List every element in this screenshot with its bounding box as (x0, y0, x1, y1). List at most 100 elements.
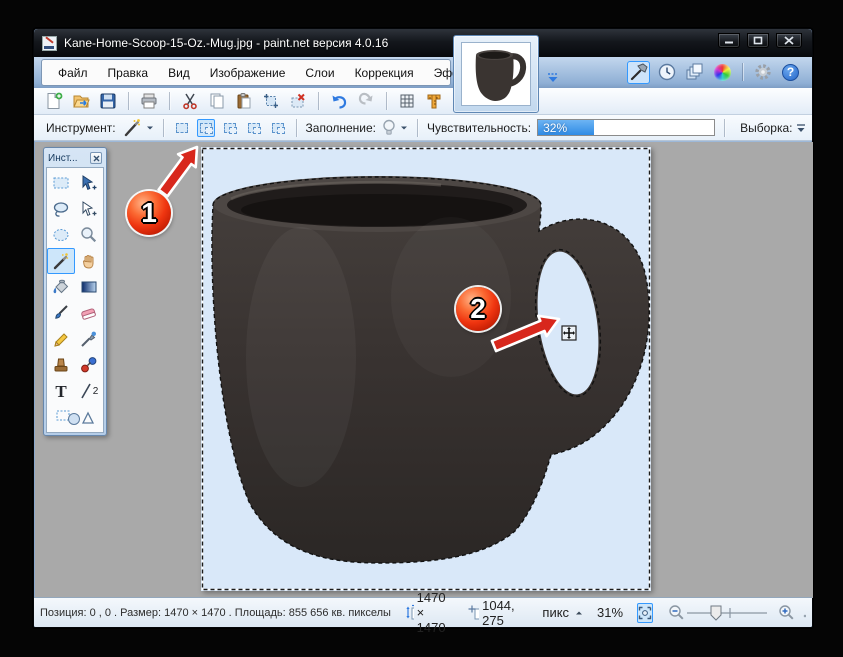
zoom-in-button[interactable] (777, 604, 795, 622)
tool-move-selected-pixels[interactable] (75, 170, 103, 196)
zoom-slider-track (685, 604, 769, 622)
tool-text[interactable]: T (47, 378, 75, 404)
gear-icon (753, 62, 773, 82)
tool-pan[interactable] (75, 248, 103, 274)
menu-image[interactable]: Изображение (200, 62, 296, 84)
cursor-position-value: 1044, 275 (482, 598, 520, 628)
grid-button[interactable] (397, 91, 417, 111)
tools-palette-titlebar[interactable]: Инст... (46, 150, 104, 166)
tool-color-picker[interactable] (75, 326, 103, 352)
tool-paint-bucket[interactable] (47, 274, 75, 300)
tool-shapes[interactable] (47, 404, 103, 430)
current-tool-button[interactable] (122, 118, 154, 137)
image-list-chevron-icon[interactable] (546, 71, 560, 89)
help-button[interactable]: ? (779, 61, 802, 84)
undo-button[interactable] (329, 91, 349, 111)
new-button[interactable] (44, 91, 64, 111)
cut-button[interactable] (180, 91, 200, 111)
history-window-button[interactable] (655, 61, 678, 84)
zoom-out-button[interactable] (667, 604, 685, 622)
deselect-button[interactable] (288, 91, 308, 111)
quick-access-bar: ? (627, 60, 802, 84)
tool-rectangle-select[interactable] (47, 170, 75, 196)
tolerance-slider[interactable]: 32% (537, 119, 715, 136)
mode-intersect-button[interactable] (245, 119, 263, 137)
layers-window-button[interactable] (683, 61, 706, 84)
save-button[interactable] (98, 91, 118, 111)
tool-zoom[interactable] (75, 222, 103, 248)
zoom-slider-handle[interactable] (711, 606, 721, 620)
open-button[interactable] (71, 91, 91, 111)
open-folder-icon (72, 92, 90, 110)
save-icon (99, 92, 117, 110)
separator (128, 92, 129, 110)
intersect-mode-icon (248, 123, 260, 133)
maximize-button[interactable] (747, 33, 769, 48)
resize-grip[interactable] (803, 608, 806, 618)
layers-icon (685, 62, 705, 82)
tool-pencil[interactable] (47, 326, 75, 352)
menu-view[interactable]: Вид (158, 62, 200, 84)
invert-mode-icon (272, 123, 284, 133)
tool-eraser[interactable] (75, 300, 103, 326)
minimize-button[interactable] (718, 33, 740, 48)
close-icon (784, 36, 794, 45)
canvas[interactable]: 2 (201, 147, 651, 591)
stamp-icon (51, 356, 71, 374)
thumbnail-image (461, 42, 531, 106)
tool-line-curve[interactable]: 2 (75, 378, 103, 404)
gradient-icon (79, 278, 99, 296)
mode-subtract-button[interactable] (221, 119, 239, 137)
tool-ellipse-select[interactable] (47, 222, 75, 248)
mode-invert-button[interactable] (269, 119, 287, 137)
paste-button[interactable] (234, 91, 254, 111)
hammer-icon (629, 62, 649, 82)
separator (296, 119, 297, 137)
menu-band: Файл Правка Вид Изображение Слои Коррекц… (34, 57, 812, 88)
menu-adjustments[interactable]: Коррекция (345, 62, 424, 84)
callout-1-number: 1 (141, 199, 157, 227)
tool-gradient[interactable] (75, 274, 103, 300)
zoom-slider[interactable] (685, 604, 769, 622)
menu-edit[interactable]: Правка (98, 62, 159, 84)
union-mode-icon (200, 123, 212, 133)
separator (724, 119, 725, 137)
mode-replace-button[interactable] (173, 119, 191, 137)
copy-button[interactable] (207, 91, 227, 111)
window-title: Kane-Home-Scoop-15-Oz.-Mug.jpg - paint.n… (64, 36, 388, 50)
tools-palette-close-button[interactable] (90, 152, 102, 164)
mode-union-button[interactable] (197, 119, 215, 137)
menu-file[interactable]: Файл (48, 62, 98, 84)
zoom-fit-button[interactable] (637, 603, 653, 623)
image-tab-thumbnail[interactable] (453, 35, 539, 113)
tool-recolor[interactable] (75, 352, 103, 378)
tool-magic-wand[interactable] (47, 248, 75, 274)
tools-palette[interactable]: Инст... (43, 147, 107, 436)
crop-button[interactable] (261, 91, 281, 111)
menu-layers[interactable]: Слои (295, 62, 344, 84)
tool-move-selection[interactable] (75, 196, 103, 222)
separator (742, 63, 743, 81)
redo-button[interactable] (356, 91, 376, 111)
title-bar[interactable]: Kane-Home-Scoop-15-Oz.-Mug.jpg - paint.n… (34, 29, 812, 57)
tools-window-button[interactable] (627, 61, 650, 84)
tool-clone-stamp[interactable] (47, 352, 75, 378)
fill-mode-button[interactable] (382, 119, 408, 136)
rulers-button[interactable] (424, 91, 444, 111)
tool-paintbrush[interactable] (47, 300, 75, 326)
tool-lasso-select[interactable] (47, 196, 75, 222)
colors-window-button[interactable] (711, 61, 734, 84)
close-icon (93, 155, 100, 162)
zoom-level-value: 31% (597, 605, 623, 620)
settings-button[interactable] (751, 61, 774, 84)
minimize-icon (724, 36, 734, 45)
close-button[interactable] (776, 33, 802, 48)
print-button[interactable] (139, 91, 159, 111)
canvas-size-icon (405, 604, 414, 621)
units-dropdown[interactable]: пикс (542, 605, 583, 620)
toolbar-overflow-chevron-icon[interactable] (796, 124, 806, 134)
rectangle-select-icon (51, 174, 71, 192)
hand-icon (79, 252, 99, 270)
new-file-icon (45, 92, 63, 110)
callout-2-number: 2 (470, 295, 486, 323)
